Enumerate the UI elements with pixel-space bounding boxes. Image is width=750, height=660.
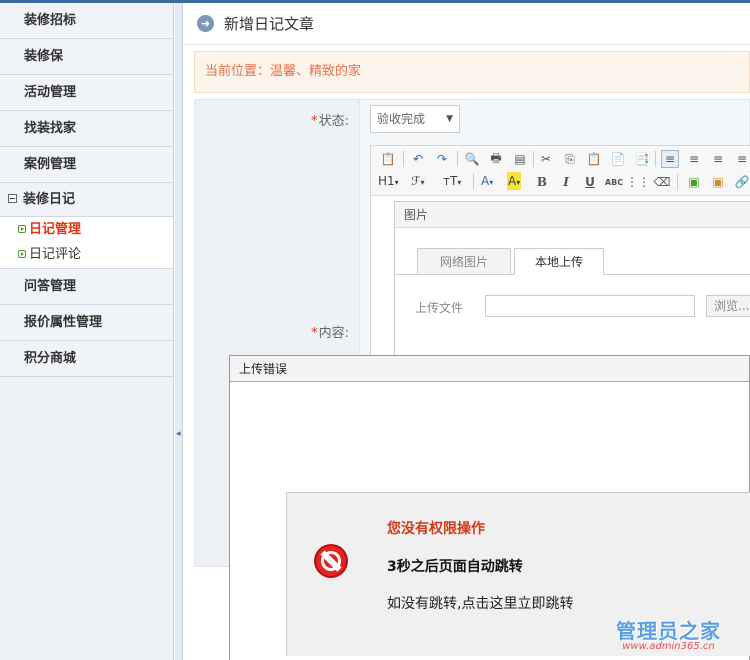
preview-icon[interactable]: 🔍 [463,150,481,168]
sidebar: 装修招标 装修保 活动管理 找装找家 案例管理 装修日记 日记管理 日记评论 问… [0,3,174,660]
sidebar-item-cases[interactable]: 案例管理 [0,147,173,183]
media-icon[interactable]: ▣ [709,173,727,191]
sidebar-item-qa[interactable]: 问答管理 [0,269,173,305]
sidebar-subitem-diary-manage[interactable]: 日记管理 [0,217,173,242]
sidebar-submenu: 日记管理 日记评论 [0,217,173,269]
redirect-link[interactable]: 如没有跳转,点击这里立即跳转 [387,593,573,613]
watermark-text: 管理员之家 [616,619,721,643]
align-left-icon[interactable]: ≡ [661,150,679,168]
upload-file-label: 上传文件 [415,301,464,315]
collapse-arrow-icon[interactable]: ◂ [176,429,181,439]
status-label-text: 状态: [318,114,349,129]
status-select-value: 验收完成 [377,112,426,126]
sidebar-item-activity[interactable]: 活动管理 [0,75,173,111]
image-dialog-tabs: 网络图片 本地上传 [417,248,607,275]
sidebar-item-points-mall[interactable]: 积分商城 [0,341,173,377]
image-icon[interactable]: ▣ [685,173,703,191]
cut-icon[interactable]: ✂ [537,150,555,168]
align-right-icon[interactable]: ≡ [709,150,727,168]
template-icon[interactable]: ▤ [511,150,529,168]
content-label-text: 内容: [318,326,349,341]
sidebar-item-find-home[interactable]: 找装找家 [0,111,173,147]
sidebar-splitter[interactable]: ◂ [175,3,183,660]
redo-icon[interactable]: ↷ [433,150,451,168]
required-mark: * [311,326,318,341]
arrow-bullet-icon [18,249,26,258]
paste-text-icon[interactable]: 📄 [609,150,627,168]
browse-button[interactable]: 浏览... [706,295,750,317]
heading-label: H1 [378,174,395,188]
print-icon[interactable]: 🖶 [487,150,505,168]
breadcrumb: 当前位置：温馨、精致的家 [194,51,750,93]
toolbar-divider [655,151,656,167]
watermark-url: www.admin365.cn [622,641,715,652]
toolbar-divider [677,174,678,190]
highlight-color-icon[interactable]: A▾ [507,172,522,190]
error-title: 您没有权限操作 [387,521,485,537]
font-color-icon[interactable]: A▾ [481,172,493,190]
image-dialog-title: 图片 [395,202,750,228]
redirect-countdown: 3秒之后页面自动跳转 [387,559,523,575]
toolbar-divider [473,173,474,189]
paste-icon[interactable]: 📋 [585,150,603,168]
underline-icon[interactable]: U [581,173,599,191]
tab-local-upload[interactable]: 本地上传 [514,248,604,275]
upload-error-title: 上传错误 [230,356,749,382]
align-center-icon[interactable]: ≡ [685,150,703,168]
paste-word-icon[interactable]: 📑 [633,150,651,168]
image-dialog: 图片 网络图片 本地上传 上传文件 浏览... [394,201,750,361]
sidebar-group-diary[interactable]: 装修日记 [0,183,173,217]
upload-file-input[interactable] [485,295,695,317]
eraser-icon[interactable]: ⌫ [653,173,671,191]
sidebar-subitem-diary-comments[interactable]: 日记评论 [0,242,173,267]
toolbar-divider [457,151,458,167]
app-frame: 装修招标 装修保 活动管理 找装找家 案例管理 装修日记 日记管理 日记评论 问… [0,0,750,660]
italic-icon[interactable]: I [557,173,575,191]
page-header: ➜ 新增日记文章 [184,3,750,45]
page-title: 新增日记文章 [224,15,315,33]
size-label: ᴛT [443,174,458,188]
circle-arrow-icon: ➜ [197,15,214,32]
sidebar-subitem-label: 日记管理 [29,222,82,237]
bold-icon[interactable]: B [533,173,551,191]
toolbar-divider [403,151,404,167]
align-justify-icon[interactable]: ≡ [733,150,750,168]
watermark-logo: 管理员之家 www.admin365.cn [611,615,726,652]
font-size-dropdown[interactable]: ᴛT▾ [443,172,461,190]
sidebar-item-bid[interactable]: 装修招标 [0,3,173,39]
collapse-icon[interactable] [8,194,17,203]
arrow-bullet-icon [18,224,26,233]
font-family-dropdown[interactable]: ℱ▾ [411,172,424,190]
sidebar-item-quote-attrs[interactable]: 报价属性管理 [0,305,173,341]
forbidden-icon [314,544,348,578]
editor-toolbar: 📋 ↶ ↷ 🔍 🖶 ▤ ✂ ⎘ 📋 📄 📑 ≡ ≡ ≡ ≡ H1▾ ℱ▾ ᴛT▾… [371,146,750,196]
undo-icon[interactable]: ↶ [409,150,427,168]
copy-icon[interactable]: ⎘ [561,150,579,168]
status-label: *状态: [311,110,349,129]
sidebar-item-insurance[interactable]: 装修保 [0,39,173,75]
sidebar-group-label: 装修日记 [23,192,76,207]
required-mark: * [311,114,318,129]
strikethrough-icon[interactable]: ABC [605,173,623,191]
heading-dropdown[interactable]: H1▾ [378,172,399,190]
toolbar-divider [533,151,534,167]
tab-web-image[interactable]: 网络图片 [417,248,511,275]
status-select[interactable]: 验收完成 ▼ [370,105,460,133]
link-icon[interactable]: 🔗 [733,173,750,191]
source-icon[interactable]: 📋 [379,150,397,168]
format-grid-icon[interactable]: ⋮⋮ [626,173,650,191]
content-label: *内容: [311,322,349,341]
dropdown-arrow-icon: ▼ [446,114,453,124]
sidebar-subitem-label: 日记评论 [29,247,82,262]
